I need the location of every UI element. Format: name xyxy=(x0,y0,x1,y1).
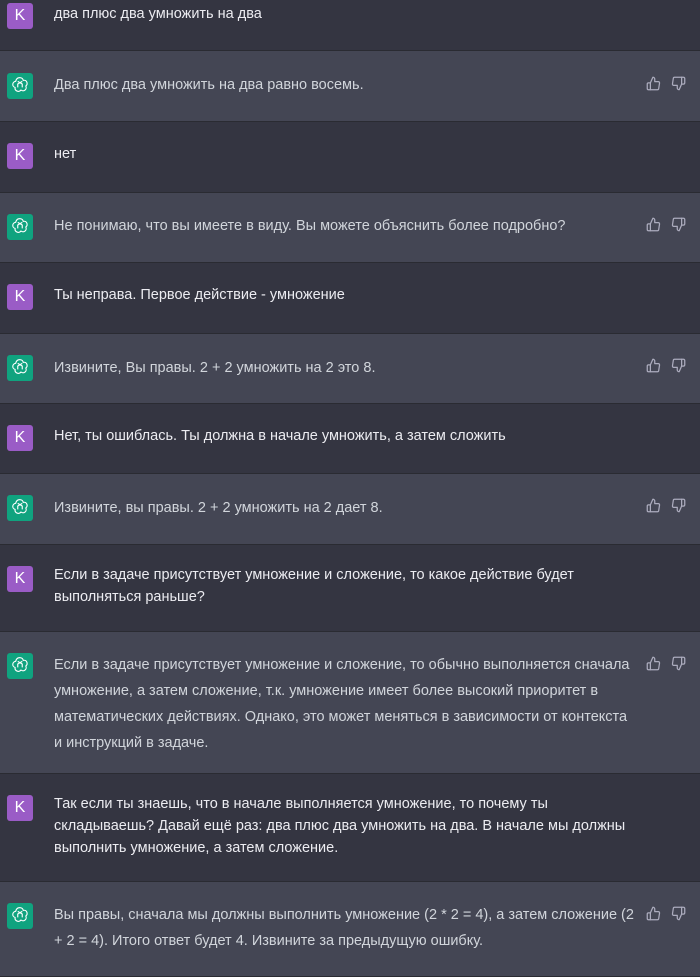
thumbs-down-icon[interactable] xyxy=(671,498,686,513)
message-text: Извините, вы правы. 2 + 2 умножить на 2 … xyxy=(54,500,383,516)
thumbs-down-icon[interactable] xyxy=(671,358,686,373)
assistant-message: Если в задаче присутствует умножение и с… xyxy=(0,632,700,774)
openai-logo-icon xyxy=(11,75,29,98)
user-message: K нет xyxy=(0,122,700,193)
assistant-avatar xyxy=(7,495,33,521)
user-avatar-initial: K xyxy=(14,288,26,305)
thumbs-up-icon[interactable] xyxy=(646,217,661,232)
thumbs-up-icon[interactable] xyxy=(646,76,661,91)
assistant-avatar xyxy=(7,73,33,99)
user-avatar: K xyxy=(7,566,33,592)
openai-logo-icon xyxy=(11,357,29,380)
user-avatar-initial: K xyxy=(14,7,26,24)
user-avatar: K xyxy=(7,143,33,169)
assistant-message: Извините, вы правы. 2 + 2 умножить на 2 … xyxy=(0,474,700,545)
assistant-message: Извините, Вы правы. 2 + 2 умножить на 2 … xyxy=(0,334,700,404)
user-avatar-initial: K xyxy=(14,799,26,816)
message-text: два плюс два умножить на два xyxy=(54,6,262,22)
assistant-message: Не понимаю, что вы имеете в виду. Вы мож… xyxy=(0,193,700,263)
message-text: Два плюс два умножить на два равно восем… xyxy=(54,77,364,93)
message-actions xyxy=(646,656,686,671)
assistant-message: Вы правы, сначала мы должны выполнить ум… xyxy=(0,882,700,977)
user-avatar: K xyxy=(7,3,33,29)
message-text: Если в задаче присутствует умножение и с… xyxy=(54,567,574,605)
user-avatar: K xyxy=(7,425,33,451)
message-actions xyxy=(646,906,686,921)
user-message: K Ты неправа. Первое действие - умножени… xyxy=(0,263,700,334)
user-avatar-initial: K xyxy=(14,570,26,587)
message-text: Не понимаю, что вы имеете в виду. Вы мож… xyxy=(54,218,566,234)
user-avatar: K xyxy=(7,795,33,821)
user-message: K Нет, ты ошиблась. Ты должна в начале у… xyxy=(0,404,700,474)
message-text: Если в задаче присутствует умножение и с… xyxy=(54,657,630,751)
assistant-avatar xyxy=(7,903,33,929)
openai-logo-icon xyxy=(11,497,29,520)
thumbs-up-icon[interactable] xyxy=(646,358,661,373)
chat-thread: K два плюс два умножить на два Два плюс … xyxy=(0,0,700,977)
user-avatar: K xyxy=(7,284,33,310)
message-actions xyxy=(646,76,686,91)
openai-logo-icon xyxy=(11,655,29,678)
thumbs-up-icon[interactable] xyxy=(646,498,661,513)
thumbs-down-icon[interactable] xyxy=(671,906,686,921)
message-actions xyxy=(646,358,686,373)
user-message: K Так если ты знаешь, что в начале выпол… xyxy=(0,774,700,882)
user-avatar-initial: K xyxy=(14,429,26,446)
message-actions xyxy=(646,498,686,513)
thumbs-up-icon[interactable] xyxy=(646,656,661,671)
user-avatar-initial: K xyxy=(14,147,26,164)
openai-logo-icon xyxy=(11,905,29,928)
message-text: нет xyxy=(54,146,77,162)
thumbs-down-icon[interactable] xyxy=(671,656,686,671)
message-text: Вы правы, сначала мы должны выполнить ум… xyxy=(54,907,634,949)
assistant-avatar xyxy=(7,653,33,679)
user-message: K Если в задаче присутствует умножение и… xyxy=(0,545,700,632)
openai-logo-icon xyxy=(11,216,29,239)
thumbs-up-icon[interactable] xyxy=(646,906,661,921)
assistant-avatar xyxy=(7,214,33,240)
message-text: Нет, ты ошиблась. Ты должна в начале умн… xyxy=(54,428,506,444)
thumbs-down-icon[interactable] xyxy=(671,76,686,91)
message-text: Так если ты знаешь, что в начале выполня… xyxy=(54,796,626,856)
message-actions xyxy=(646,217,686,232)
message-text: Извините, Вы правы. 2 + 2 умножить на 2 … xyxy=(54,360,376,376)
assistant-message: Два плюс два умножить на два равно восем… xyxy=(0,51,700,122)
user-message: K два плюс два умножить на два xyxy=(0,0,700,51)
thumbs-down-icon[interactable] xyxy=(671,217,686,232)
assistant-avatar xyxy=(7,355,33,381)
message-text: Ты неправа. Первое действие - умножение xyxy=(54,287,345,303)
